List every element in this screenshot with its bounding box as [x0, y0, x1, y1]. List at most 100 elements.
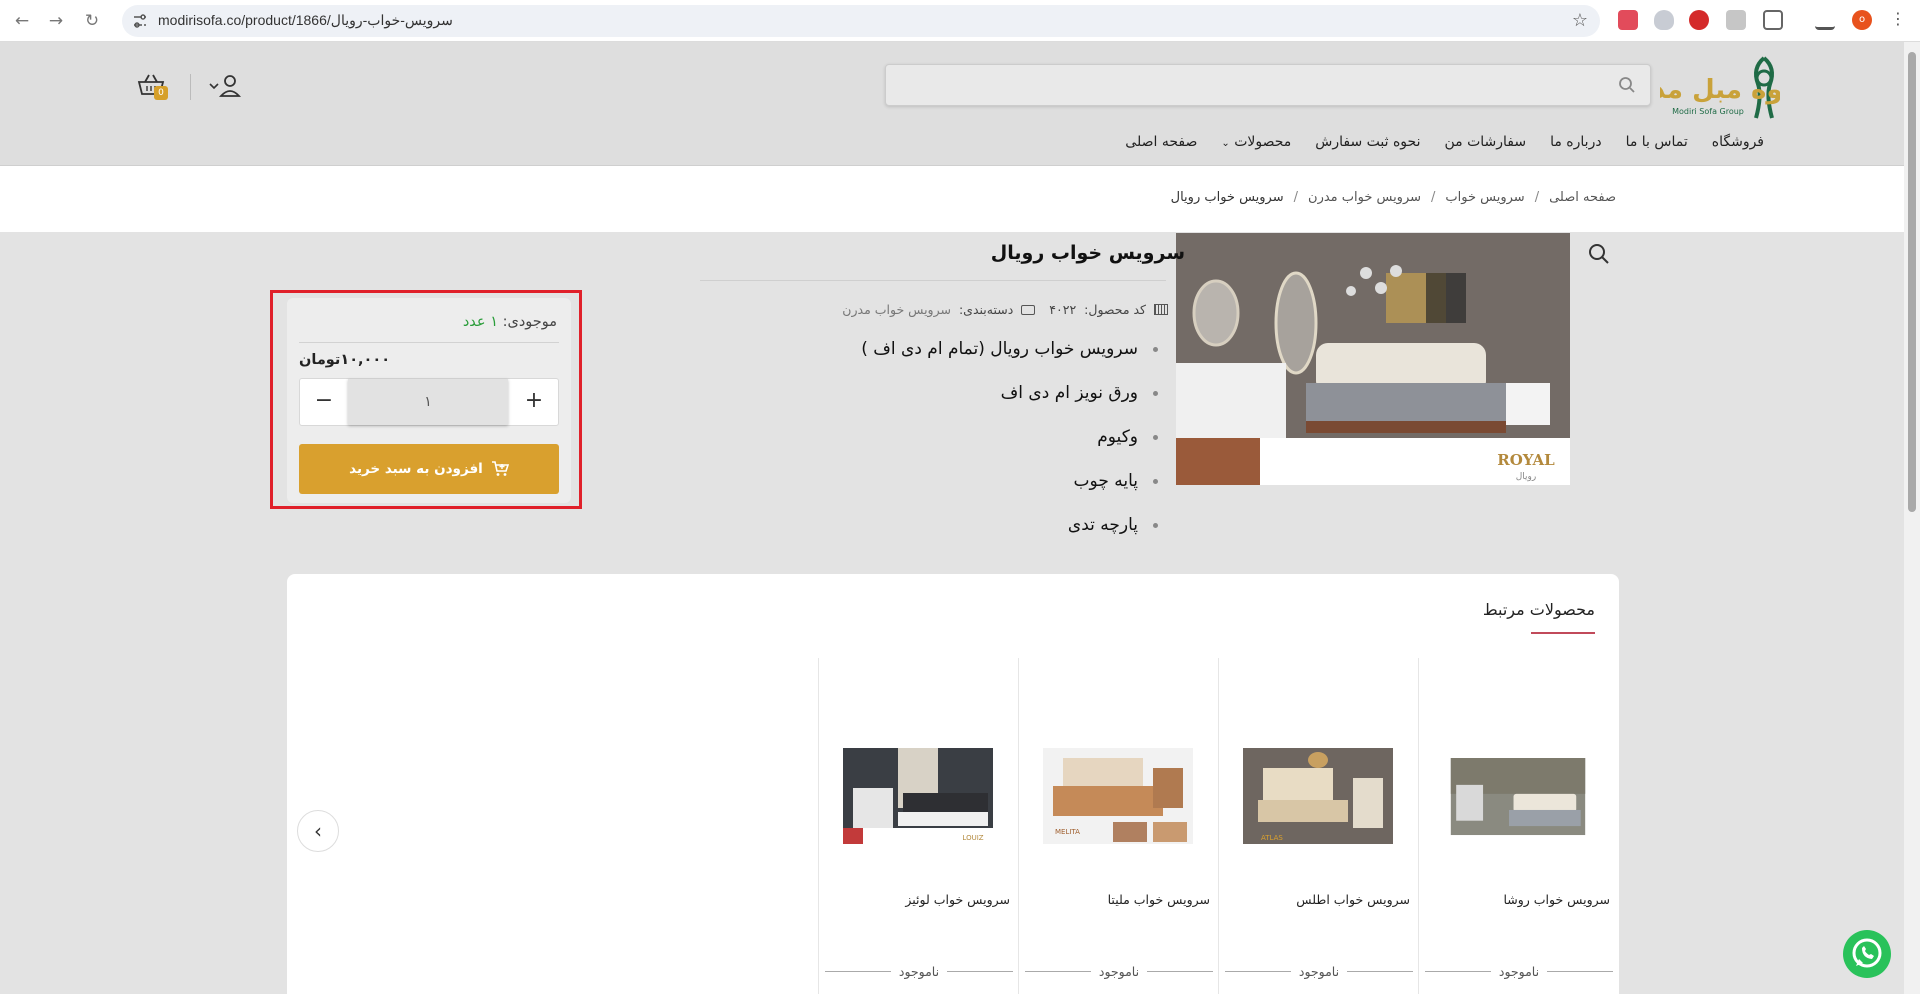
search-input[interactable] [894, 71, 1594, 99]
chevron-down-icon [209, 83, 219, 90]
increase-quantity-button[interactable]: + [510, 379, 558, 425]
breadcrumb: صفحه اصلی / سرویس خواب / سرویس خواب مدرن… [1171, 190, 1616, 205]
category-link[interactable]: سرویس خواب مدرن [842, 302, 951, 317]
product-card-name[interactable]: سرویس خواب اطلس [1296, 892, 1410, 907]
availability-text: ناموجود [1298, 964, 1340, 979]
breadcrumb-bar: صفحه اصلی / سرویس خواب / سرویس خواب مدرن… [0, 166, 1904, 232]
cart-count-badge: 0 [154, 86, 168, 100]
product-card-name[interactable]: سرویس خواب ملیتا [1108, 892, 1210, 907]
product-meta: کد محصول: ۴۰۲۲ دسته‌بندی: سرویس خواب مدر… [842, 302, 1168, 317]
zoom-search-icon[interactable] [1587, 242, 1611, 266]
logo-text-en: Modiri Sofa Group [1672, 107, 1744, 116]
extensions-puzzle-icon[interactable] [1763, 10, 1783, 30]
product-thumbnail: LOUIZ [843, 748, 993, 844]
product-card[interactable]: سرویس خواب روشا ناموجود [1418, 658, 1618, 994]
related-products-section: محصولات مرتبط سرویس خواب روشا ناموجود AT… [287, 574, 1619, 994]
whatsapp-chat-button[interactable] [1843, 930, 1891, 978]
availability: ناموجود [1225, 964, 1414, 979]
thumbnail-brand-text: ATLAS [1261, 834, 1283, 842]
breadcrumb-current: سرویس خواب رویال [1170, 190, 1284, 205]
product-image[interactable]: ROYAL رویال [1176, 233, 1570, 485]
availability-text: ناموجود [1098, 964, 1140, 979]
search-icon[interactable] [1618, 76, 1636, 94]
main-navigation: صفحه اصلی محصولات ⌄ نحوه ثبت سفارش سفارش… [1125, 134, 1764, 150]
cart-plus-icon [491, 461, 509, 476]
product-thumbnail: MELITA [1043, 748, 1193, 844]
availability-text: ناموجود [1498, 964, 1540, 979]
breadcrumb-bedroom[interactable]: سرویس خواب [1445, 190, 1524, 205]
extension-p-icon[interactable] [1618, 10, 1638, 30]
product-code: ۴۰۲۲ [1049, 302, 1077, 317]
breadcrumb-modern-bedroom[interactable]: سرویس خواب مدرن [1308, 190, 1421, 205]
browser-toolbar: ← → ↻ modirisofa.co/product/1866/سرویس-خ… [0, 0, 1920, 42]
stock-label: موجودی: [502, 314, 557, 330]
logo-text-fa: گروه مبل مدیری [1660, 74, 1780, 105]
whatsapp-icon [1852, 938, 1882, 968]
browser-menu-icon[interactable]: ⋮ [1890, 9, 1906, 28]
extension-s-icon[interactable] [1689, 10, 1709, 30]
search-box[interactable] [885, 64, 1651, 106]
extension-camera-icon[interactable] [1726, 10, 1746, 30]
image-brand-text-fa: رویال [1516, 472, 1536, 482]
thumbnail-brand-text: LOUIZ [962, 834, 983, 842]
quantity-stepper: − ۱ + [299, 378, 559, 426]
quantity-input[interactable]: ۱ [348, 379, 508, 425]
availability: ناموجود [1425, 964, 1614, 979]
stock-value: ۱ عدد [462, 314, 498, 330]
nav-how-to-order[interactable]: نحوه ثبت سفارش [1315, 134, 1420, 150]
feature-item: سرویس خواب رویال (تمام ام دی اف ) [861, 334, 1158, 378]
decrease-quantity-button[interactable]: − [300, 379, 348, 425]
site-header: گروه مبل مدیری Modiri Sofa Group 0 صفحه … [0, 42, 1904, 166]
nav-products[interactable]: محصولات ⌄ [1221, 134, 1291, 150]
product-card-name[interactable]: سرویس خواب روشا [1503, 892, 1610, 907]
feature-item: پایه چوب [861, 466, 1158, 510]
extension-shield-icon[interactable] [1654, 10, 1674, 30]
user-account-icon[interactable] [208, 74, 242, 98]
image-brand-text: ROYAL [1497, 451, 1555, 469]
nav-my-orders[interactable]: سفارشات من [1444, 134, 1526, 150]
related-title-underline [1531, 632, 1595, 634]
header-divider [190, 74, 191, 100]
cart-button[interactable]: 0 [136, 72, 172, 102]
profile-avatar[interactable]: o [1852, 10, 1872, 30]
chevron-down-icon: ⌄ [1221, 138, 1230, 149]
reload-icon[interactable]: ↻ [80, 9, 104, 33]
bookmark-star-icon[interactable]: ☆ [1572, 10, 1588, 31]
scrollbar-thumb[interactable] [1908, 52, 1916, 512]
carousel-prev-button[interactable]: ‹ [297, 810, 339, 852]
feature-item: پارچه تدی [861, 510, 1158, 554]
product-price: ۱۰,۰۰۰تومان [299, 352, 391, 368]
buybox-divider [299, 342, 559, 343]
availability: ناموجود [825, 964, 1014, 979]
product-card[interactable]: ATLAS سرویس خواب اطلس ناموجود [1218, 658, 1418, 994]
back-icon[interactable]: ← [10, 9, 34, 33]
nav-shop[interactable]: فروشگاه [1712, 134, 1764, 150]
nav-home[interactable]: صفحه اصلی [1125, 134, 1197, 150]
buy-box: موجودی: ۱ عدد ۱۰,۰۰۰تومان − ۱ + افزودن ب… [287, 298, 571, 503]
page-scrollbar[interactable] [1904, 42, 1920, 994]
forward-icon[interactable]: → [44, 9, 68, 33]
modiri-sofa-logo[interactable]: گروه مبل مدیری Modiri Sofa Group [1660, 52, 1780, 124]
breadcrumb-home[interactable]: صفحه اصلی [1549, 190, 1616, 205]
address-bar[interactable]: modirisofa.co/product/1866/سرویس-خواب-رو… [122, 5, 1600, 37]
product-card[interactable]: MELITA سرویس خواب ملیتا ناموجود [1018, 658, 1218, 994]
title-divider [700, 280, 1166, 281]
breadcrumb-separator: / [1293, 190, 1299, 205]
category-label: دسته‌بندی: [958, 302, 1014, 317]
url-text: modirisofa.co/product/1866/سرویس-خواب-رو… [158, 12, 453, 28]
thumbnail-brand-text: MELITA [1055, 828, 1080, 836]
site-info-icon[interactable] [132, 13, 148, 29]
product-thumbnail: ATLAS [1243, 748, 1393, 844]
related-carousel: سرویس خواب روشا ناموجود ATLAS سرویس خواب… [818, 658, 1618, 994]
nav-contact[interactable]: تماس با ما [1626, 134, 1688, 150]
nav-about[interactable]: درباره ما [1550, 134, 1601, 150]
product-card[interactable]: LOUIZ سرویس خواب لوئیز ناموجود [818, 658, 1018, 994]
downloads-icon[interactable] [1815, 10, 1835, 30]
product-thumbnail [1450, 758, 1586, 836]
product-card-name[interactable]: سرویس خواب لوئیز [905, 892, 1010, 907]
folder-icon [1021, 304, 1036, 315]
add-to-cart-button[interactable]: افزودن به سبد خرید [299, 444, 559, 494]
product-code-label: کد محصول: [1084, 302, 1146, 317]
breadcrumb-separator: / [1534, 190, 1540, 205]
add-to-cart-label: افزودن به سبد خرید [349, 461, 483, 477]
